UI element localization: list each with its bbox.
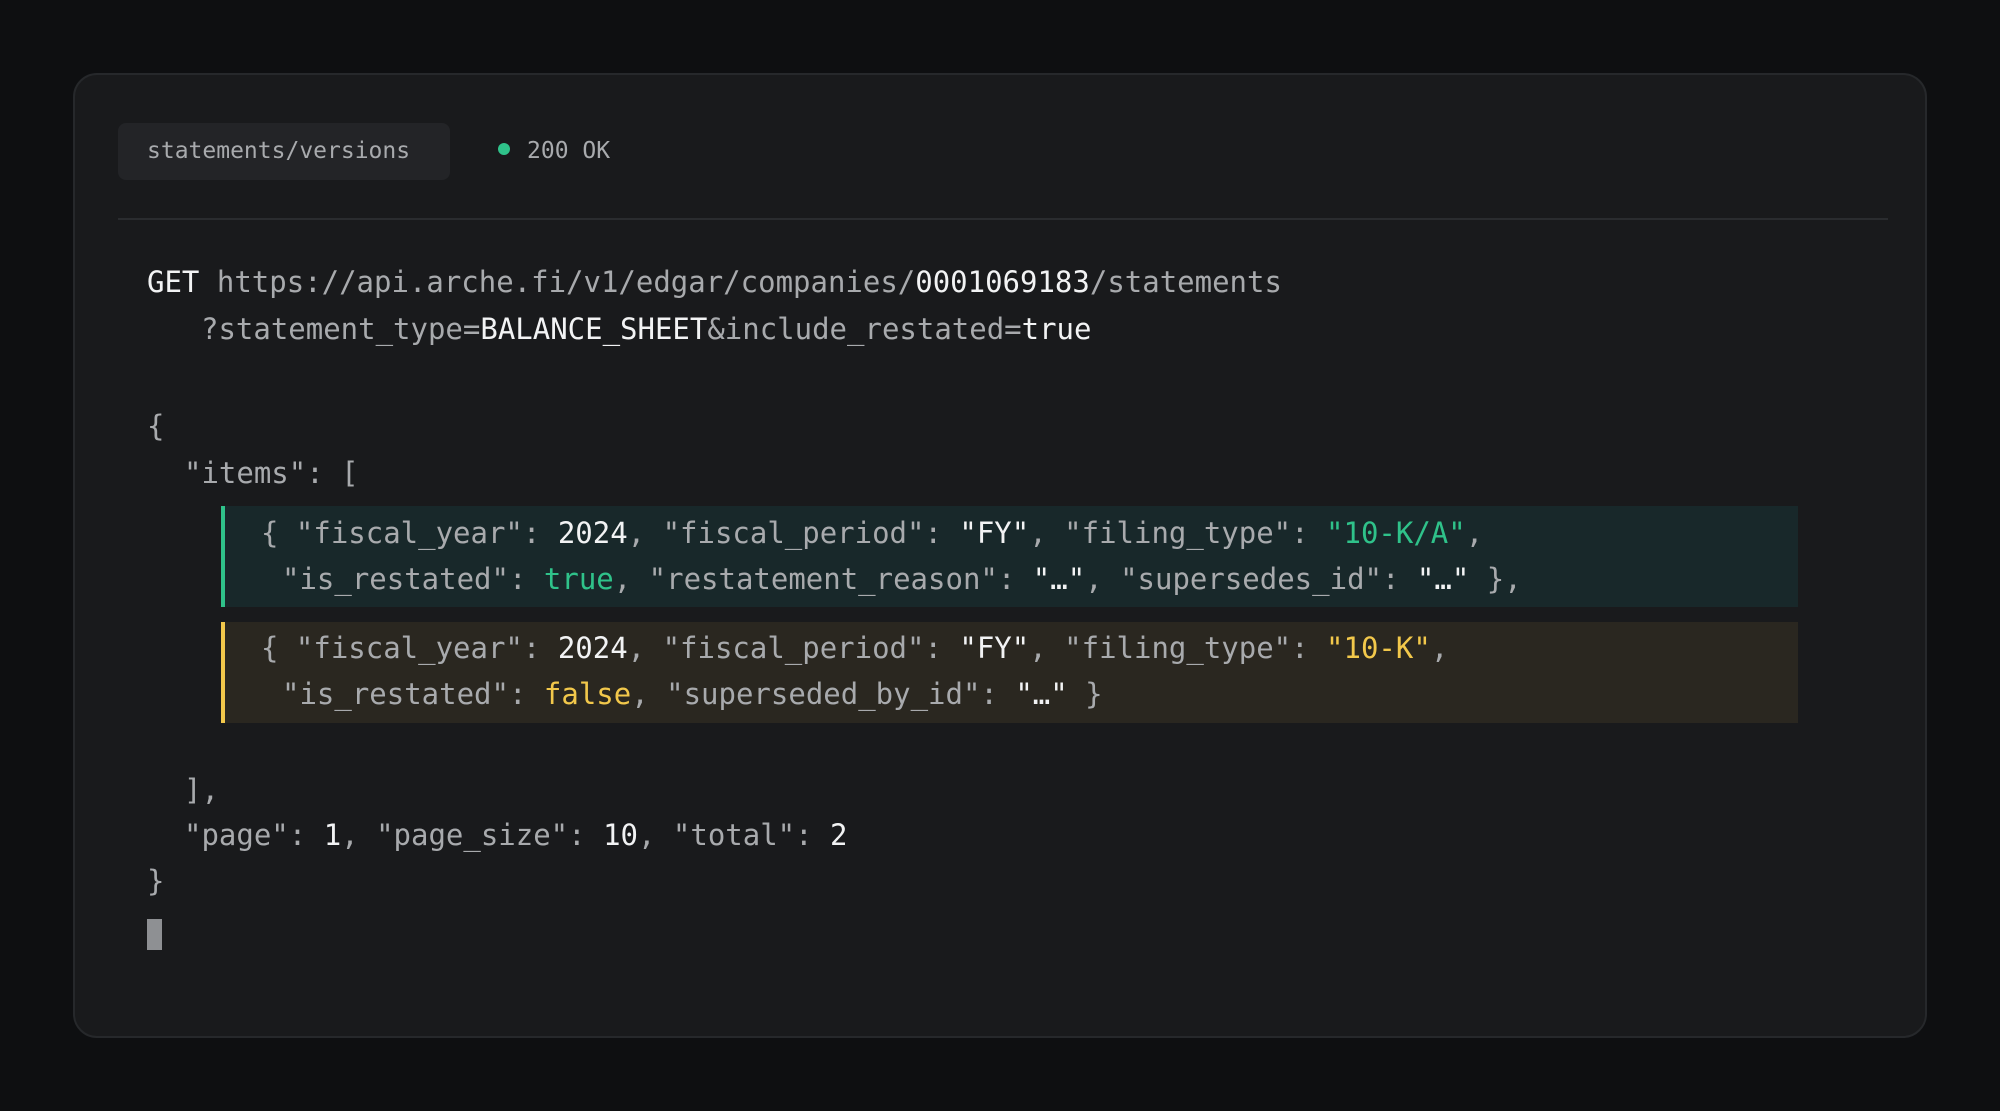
item2-key-filing-type: , "filing_type": [1029,631,1327,665]
text-cursor [147,919,162,950]
key-total: , "total": [637,818,831,852]
item2-filing-type: "10-K" [1326,631,1431,665]
item2-key-is-restated: "is_restated": [282,677,544,711]
status-text: 200 OK [527,138,611,164]
item1-key-is-restated: "is_restated": [282,562,544,596]
item1-supersedes-id: "…" [1416,562,1470,596]
item2-key-fiscal-period: , "fiscal_period": [627,631,960,665]
item2-is-restated: false [543,677,632,711]
item1-key-restatement-reason: , "restatement_reason": [613,562,1033,596]
request-line: GET https://api.arche.fi/v1/edgar/compan… [147,264,1282,300]
http-method: GET [147,265,200,299]
item1-key-fiscal-year: { "fiscal_year": [261,516,558,550]
item2-line2: "is_restated": false, "superseded_by_id"… [282,676,1103,712]
item1-key-fiscal-period: , "fiscal_period": [627,516,960,550]
url-path: /statements [1089,265,1282,299]
item1-key-filing-type: , "filing_type": [1029,516,1327,550]
item2-fiscal-year: 2024 [557,631,628,665]
page-value: 1 [323,818,342,852]
query-include-restated: true [1021,312,1092,346]
status-dot-icon [498,143,510,155]
item1-line1: { "fiscal_year": 2024, "fiscal_period": … [261,515,1483,551]
item2-line1: { "fiscal_year": 2024, "fiscal_period": … [261,630,1448,666]
response-panel: statements/versions 200 OK GET https://a… [73,73,1927,1038]
item2-key-superseded-by-id: , "superseded_by_id": [631,677,1016,711]
item1-filing-type: "10-K/A" [1326,516,1466,550]
json-open-brace: { [147,409,165,443]
item1-line2: "is_restated": true, "restatement_reason… [282,561,1522,597]
page-size-value: 10 [603,818,638,852]
json-items-open: "items": [ [184,456,359,490]
item2-comma: , [1430,631,1449,665]
item2-fiscal-period: "FY" [959,631,1030,665]
query-statement-type: BALANCE_SHEET [480,312,708,346]
query-prefix: ?statement_type= [201,312,481,346]
tab-label: statements/versions [147,138,411,164]
item1-is-restated: true [543,562,614,596]
total-value: 2 [830,818,848,852]
json-close-brace: } [147,864,165,898]
item1-restatement-reason: "…" [1032,562,1086,596]
json-pagination-line: "page": 1, "page_size": 10, "total": 2 [184,817,848,853]
status-indicator: 200 OK [498,123,610,180]
json-items-close: ], [184,773,219,807]
item1-close: }, [1469,562,1522,596]
item1-fiscal-period: "FY" [959,516,1030,550]
key-page: "page": [184,818,324,852]
item2-key-fiscal-year: { "fiscal_year": [261,631,558,665]
item2-superseded-by-id: "…" [1015,677,1068,711]
url-base: https://api.arche.fi/v1/edgar/companies/ [216,265,916,299]
item2-close: } [1067,677,1103,711]
request-query-line: ?statement_type=BALANCE_SHEET&include_re… [201,311,1091,347]
key-page-size: , "page_size": [341,818,604,852]
header-divider [118,218,1888,220]
item1-comma: , [1465,516,1484,550]
url-cik: 0001069183 [915,265,1090,299]
item1-fiscal-year: 2024 [557,516,628,550]
item1-key-supersedes-id: , "supersedes_id": [1085,562,1417,596]
tab-statements-versions[interactable]: statements/versions [118,123,450,180]
query-separator: &include_restated= [707,312,1022,346]
